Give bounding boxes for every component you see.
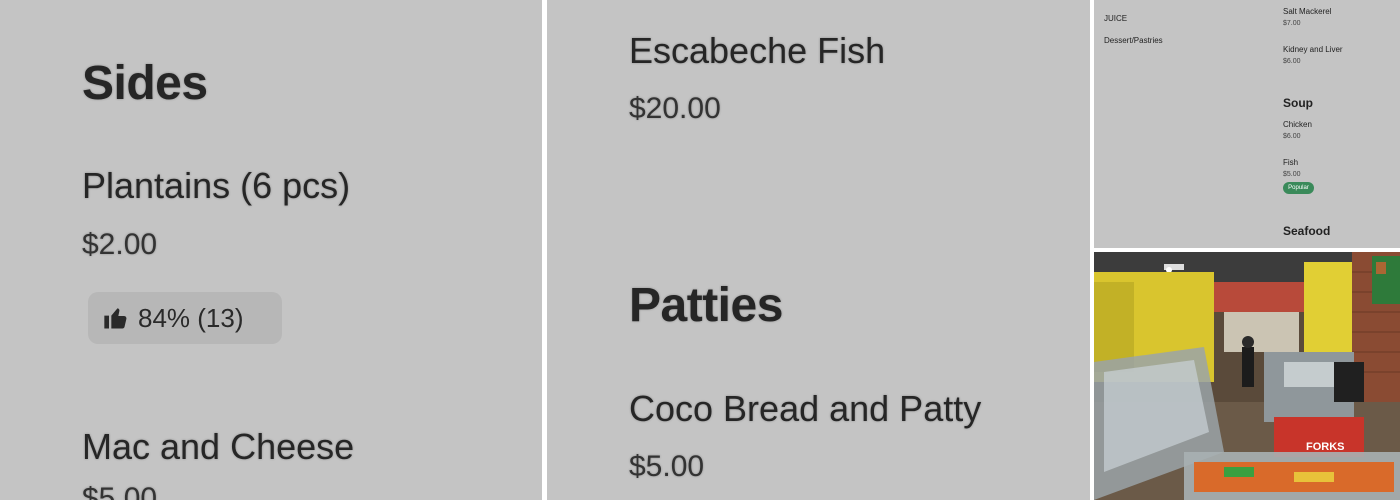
menu-item-price: $20.00 xyxy=(629,92,721,125)
menu-item-name[interactable]: Plantains (6 pcs) xyxy=(82,165,350,207)
restaurant-photo: FORKS xyxy=(1094,252,1400,500)
menu-panel-sides: Sides Plantains (6 pcs) $2.00 84% (13) M… xyxy=(0,0,542,500)
menu-item-name[interactable]: Mac and Cheese xyxy=(82,426,354,468)
rating-text: 84% (13) xyxy=(138,302,244,333)
section-title-sides: Sides xyxy=(82,57,208,110)
section-title-patties: Patties xyxy=(629,279,783,332)
menu-item-name[interactable]: Kidney and Liver xyxy=(1283,45,1343,54)
category-link-dessert[interactable]: Dessert/Pastries xyxy=(1104,36,1163,45)
menu-item-price: $6.00 xyxy=(1283,133,1301,140)
section-title-seafood: Seafood xyxy=(1283,224,1331,238)
section-title-soup: Soup xyxy=(1283,96,1313,110)
menu-item-price: $5.00 xyxy=(629,450,705,483)
menu-item-price: $7.00 xyxy=(1283,20,1301,27)
menu-item-name[interactable]: Escabeche Fish xyxy=(629,30,885,72)
thumbs-up-icon xyxy=(104,308,127,329)
category-link-juice[interactable]: JUICE xyxy=(1104,14,1127,23)
popular-badge: Popular xyxy=(1283,182,1314,194)
menu-item-name[interactable]: Coco Bread and Patty xyxy=(629,388,981,430)
forks-box-label: FORKS xyxy=(1306,441,1345,453)
menu-item-price: $5.00 xyxy=(1283,171,1301,178)
menu-item-name[interactable]: Chicken xyxy=(1283,120,1312,129)
menu-panel-patties: Escabeche Fish $20.00 Patties Coco Bread… xyxy=(547,0,1090,500)
rating-badge: 84% (13) xyxy=(88,292,282,344)
menu-item-name[interactable]: Salt Mackerel xyxy=(1283,7,1331,16)
menu-item-price: $6.00 xyxy=(1283,58,1301,65)
restaurant-interior-image: FORKS xyxy=(1094,252,1400,500)
menu-item-price: $2.00 xyxy=(82,228,158,261)
menu-item-name[interactable]: Fish xyxy=(1283,158,1298,167)
menu-item-price: $5.00 xyxy=(82,482,158,500)
